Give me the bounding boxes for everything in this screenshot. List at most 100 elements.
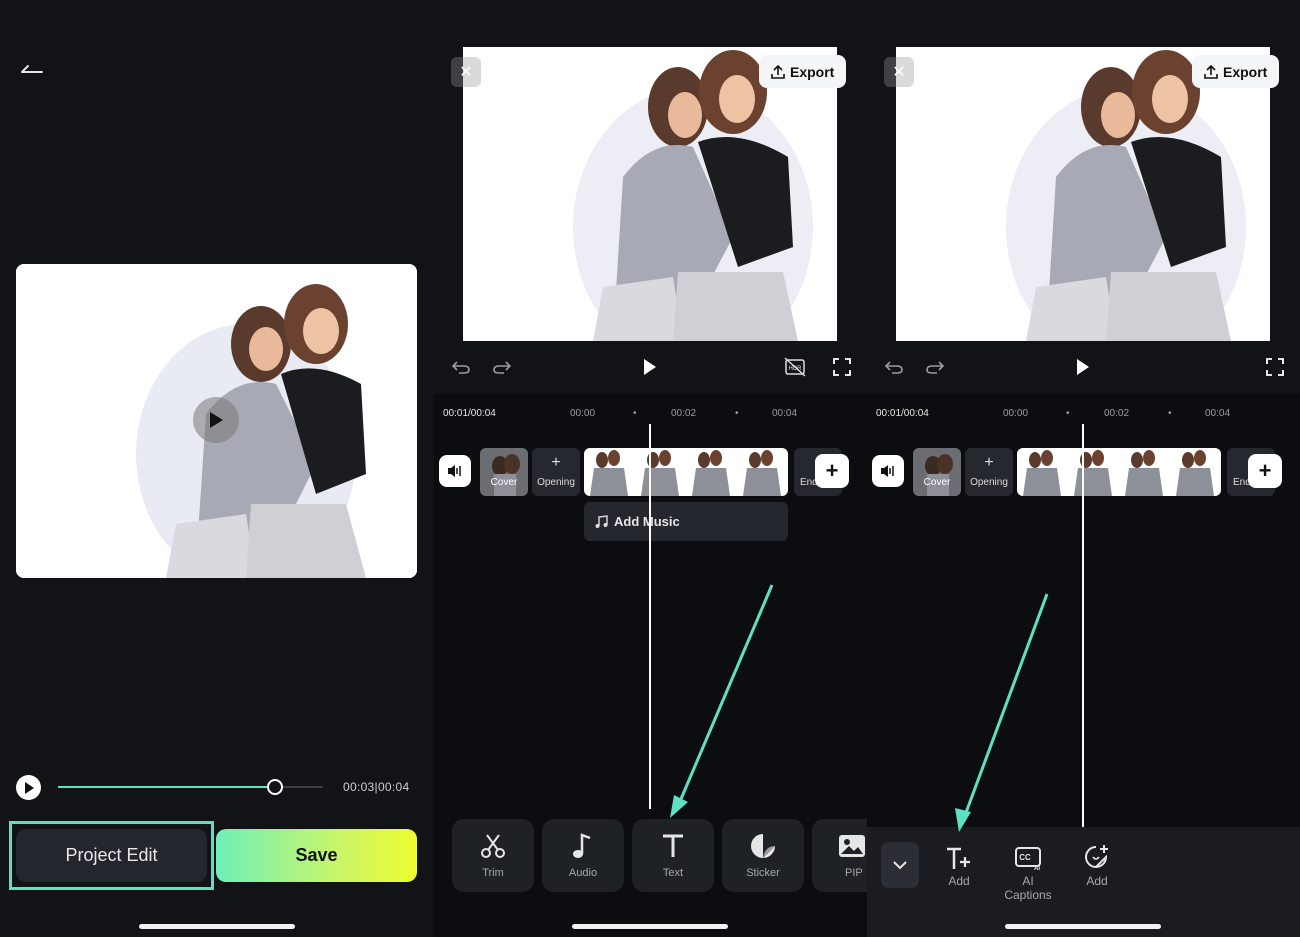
editor-screen: ✕ Export HDR 00:01/00:04 00:00 • 00:02 •… — [434, 0, 867, 937]
text-icon — [663, 834, 683, 857]
cover-tile[interactable]: Cover — [480, 448, 528, 496]
speaker-icon — [448, 465, 461, 477]
time-tick: 00:04 — [1205, 408, 1231, 419]
tool-label: Sticker — [746, 867, 780, 879]
time-dot: • — [633, 408, 637, 419]
plus-icon: + — [984, 454, 994, 471]
clip-frame — [1119, 448, 1170, 496]
opening-label: Opening — [970, 477, 1008, 488]
chevron-down-icon — [893, 861, 907, 870]
tool-pip[interactable]: PIP — [812, 819, 867, 892]
tool-audio[interactable]: Audio — [542, 819, 624, 892]
tool-text[interactable]: Text — [632, 819, 714, 892]
redo-icon[interactable] — [923, 355, 947, 379]
export-label: Export — [790, 63, 835, 80]
close-icon: ✕ — [459, 64, 473, 81]
back-arrow-icon[interactable] — [20, 60, 44, 76]
opening-tile[interactable]: + Opening — [532, 448, 580, 496]
ai-captions-button[interactable]: CC AI AI Captions — [996, 842, 1060, 902]
playback-slider-handle[interactable] — [267, 779, 284, 795]
add-clip-button[interactable]: + — [815, 454, 849, 488]
play-icon — [210, 412, 223, 428]
add-text-button[interactable]: Add — [927, 842, 991, 888]
time-tick: 00:02 — [671, 408, 697, 419]
home-indicator — [1005, 924, 1161, 929]
current-time: 00:01/00:04 — [876, 408, 929, 419]
time-tick: 00:00 — [1003, 408, 1029, 419]
clip-frame — [1068, 448, 1119, 496]
video-preview — [463, 47, 837, 341]
time-dot: • — [1066, 408, 1070, 419]
play-icon[interactable] — [638, 355, 662, 379]
add-clip-button[interactable]: + — [1248, 454, 1282, 488]
clip-frame — [584, 448, 635, 496]
add-sticker-button[interactable]: Add — [1065, 842, 1129, 888]
undo-icon[interactable] — [882, 355, 906, 379]
cover-thumbnail — [480, 448, 528, 496]
project-edit-button[interactable]: Project Edit — [16, 829, 207, 882]
close-button[interactable]: ✕ — [451, 57, 481, 87]
current-time: 00:01/00:04 — [443, 408, 496, 419]
clip-frame — [635, 448, 686, 496]
video-clip-strip[interactable] — [1017, 448, 1221, 496]
close-button[interactable]: ✕ — [884, 57, 914, 87]
video-thumbnail — [463, 47, 837, 341]
clip-frame — [737, 448, 788, 496]
time-tick: 00:02 — [1104, 408, 1130, 419]
upload-icon — [1204, 64, 1218, 79]
cover-label: Cover — [490, 477, 518, 488]
time-tick: 00:00 — [570, 408, 596, 419]
add-music-button[interactable]: Add Music — [584, 502, 788, 541]
playback-play-button[interactable] — [16, 775, 41, 800]
collapse-button[interactable] — [881, 842, 919, 888]
plus-icon: + — [1258, 458, 1272, 483]
tool-label: Trim — [482, 867, 504, 879]
video-preview — [896, 47, 1270, 341]
scissors-icon — [481, 834, 505, 858]
tool-label: Audio — [568, 867, 598, 879]
center-play-button[interactable] — [193, 397, 239, 443]
redo-icon[interactable] — [490, 355, 514, 379]
cover-label: Cover — [923, 477, 951, 488]
time-dot: • — [735, 408, 739, 419]
upload-icon — [771, 64, 785, 79]
time-tick: 00:04 — [772, 408, 798, 419]
export-button[interactable]: Export — [1192, 55, 1280, 88]
export-button[interactable]: Export — [759, 55, 847, 88]
add-sticker-icon — [1085, 845, 1108, 868]
play-icon — [24, 781, 34, 794]
pip-icon — [839, 835, 865, 857]
undo-icon[interactable] — [449, 355, 473, 379]
play-icon[interactable] — [1071, 355, 1095, 379]
mute-toggle[interactable] — [439, 455, 471, 487]
svg-text:CC: CC — [1019, 853, 1031, 862]
save-button[interactable]: Save — [216, 829, 417, 882]
fullscreen-icon[interactable] — [830, 355, 854, 379]
playback-slider[interactable] — [58, 786, 323, 788]
svg-text:AI: AI — [1034, 866, 1040, 872]
home-indicator — [139, 924, 295, 929]
tool-sticker[interactable]: Sticker — [722, 819, 804, 892]
time-dot: • — [1168, 408, 1172, 419]
playhead[interactable] — [649, 424, 651, 809]
playback-progress — [58, 786, 276, 788]
mute-toggle[interactable] — [872, 455, 904, 487]
tool-label: PIP — [845, 867, 863, 879]
text-menu-screen: ✕ Export 00:01/00:04 00:00 • 00:02 • 00:… — [867, 0, 1300, 937]
opening-tile[interactable]: + Opening — [965, 448, 1013, 496]
video-thumbnail — [896, 47, 1270, 341]
plus-icon: + — [825, 458, 839, 483]
video-clip-strip[interactable] — [584, 448, 788, 496]
tool-trim[interactable]: Trim — [452, 819, 534, 892]
add-music-label: Add Music — [614, 514, 680, 529]
fullscreen-icon[interactable] — [1263, 355, 1287, 379]
add-text-icon — [947, 847, 970, 869]
tool-label: Text — [662, 867, 684, 879]
music-note-icon — [573, 833, 591, 858]
ai-captions-label: AI Captions — [1004, 874, 1052, 902]
music-note-icon — [595, 514, 608, 528]
hdr-off-icon[interactable]: HDR — [783, 355, 807, 379]
cover-tile[interactable]: Cover — [913, 448, 961, 496]
clip-frame — [686, 448, 737, 496]
playhead[interactable] — [1082, 424, 1084, 827]
